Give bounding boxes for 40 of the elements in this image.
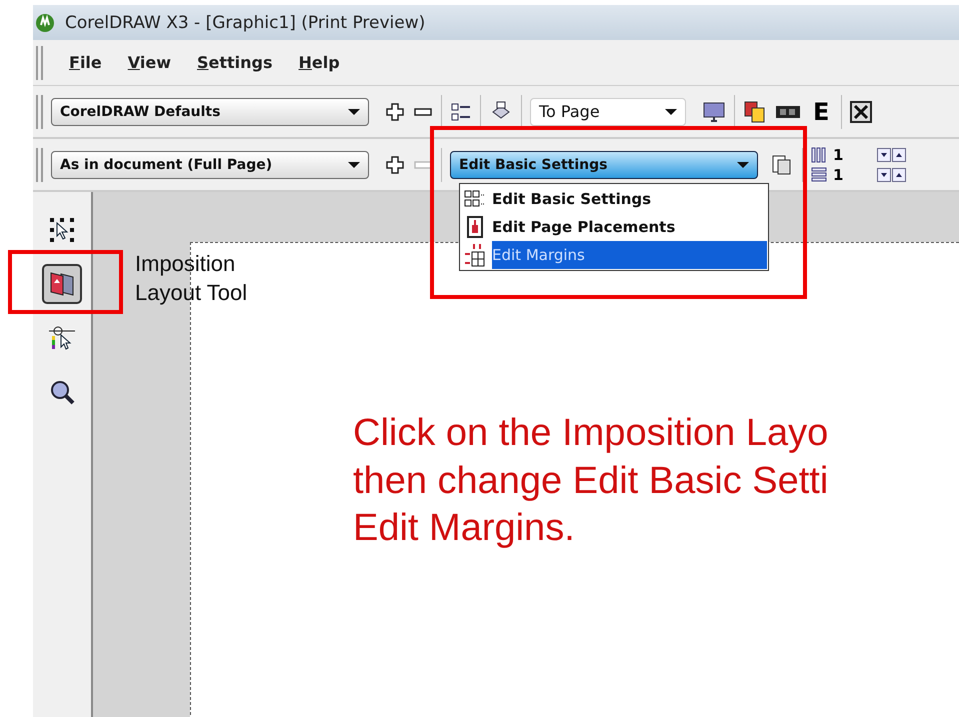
- columns-field[interactable]: 1: [833, 146, 873, 164]
- plus-icon[interactable]: [385, 102, 405, 122]
- rows-field[interactable]: 1: [833, 166, 873, 184]
- menu-item[interactable]: Edit Basic Settings: [461, 185, 767, 213]
- window-title: CorelDRAW X3 - [Graphic1] (Print Preview): [65, 12, 426, 32]
- menu-item[interactable]: View: [112, 53, 181, 72]
- toolbar-grip[interactable]: [36, 148, 43, 182]
- margins-icon: [464, 243, 486, 267]
- list-icon[interactable]: [450, 100, 472, 122]
- callout-text: Imposition Layout Tool: [135, 250, 248, 307]
- close-icon[interactable]: [850, 100, 872, 122]
- plus-icon[interactable]: [385, 154, 405, 174]
- pages-icon: [48, 270, 76, 298]
- instruction-text: then change Edit Basic Setti: [353, 458, 828, 504]
- monitor-icon[interactable]: [702, 100, 726, 124]
- menu-item[interactable]: File: [53, 53, 112, 72]
- instruction-text: Click on the Imposition Layo: [353, 411, 828, 456]
- marks-placement-icon: [49, 325, 75, 351]
- columns-icon: [811, 146, 827, 162]
- toolbar-grip[interactable]: [36, 46, 43, 80]
- e-button[interactable]: E: [809, 98, 834, 126]
- grid-icon: [464, 189, 486, 209]
- preset-dropdown[interactable]: CorelDRAW Defaults: [51, 98, 369, 126]
- toolbar-grip[interactable]: [36, 94, 43, 128]
- preset-dropdown[interactable]: As in document (Full Page): [51, 150, 369, 178]
- film-icon[interactable]: [775, 104, 801, 120]
- zoom-icon: [49, 379, 75, 405]
- rows-icon: [811, 166, 827, 182]
- page-icon: [464, 216, 486, 238]
- spinner-icon[interactable]: [877, 148, 907, 162]
- instruction-text: Edit Margins.: [353, 506, 576, 551]
- menu-item[interactable]: Help: [282, 53, 350, 72]
- spinner-icon[interactable]: [877, 168, 907, 182]
- copy-icon[interactable]: [743, 100, 767, 124]
- arrow-icon: [49, 217, 75, 243]
- zoom-dropdown[interactable]: To Page: [530, 98, 686, 126]
- menu-item[interactable]: Settings: [181, 53, 283, 72]
- menu-item[interactable]: Edit Page Placements: [461, 213, 767, 241]
- tool-button[interactable]: [42, 264, 82, 304]
- mode-dropdown[interactable]: Edit Basic Settings: [450, 150, 758, 178]
